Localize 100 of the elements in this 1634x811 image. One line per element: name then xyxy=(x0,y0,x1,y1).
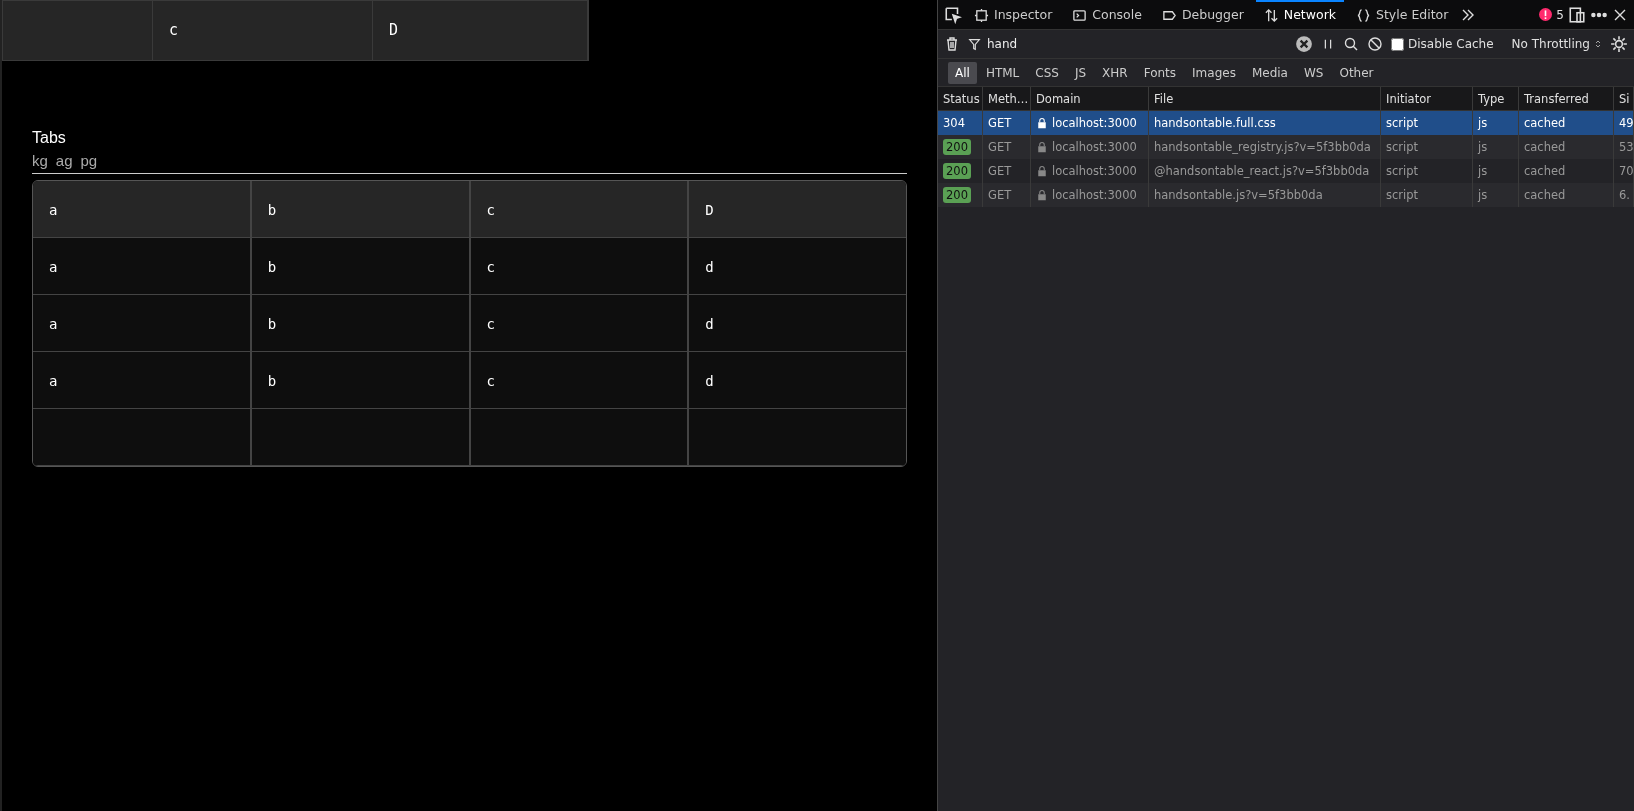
request-cell: @handsontable_react.js?v=5f3bb0da xyxy=(1154,164,1370,178)
table-cell: b xyxy=(251,294,471,352)
tab[interactable]: pg xyxy=(80,150,98,173)
status-code: 304 xyxy=(943,116,965,130)
tabs-label: Tabs xyxy=(32,128,67,148)
request-cell: GET xyxy=(988,116,1012,130)
disable-cache-checkbox[interactable] xyxy=(1390,37,1404,51)
request-cell: cached xyxy=(1524,164,1566,178)
status-code: 200 xyxy=(943,187,971,203)
filter-field[interactable]: hand xyxy=(985,34,1291,54)
column-header: a xyxy=(33,180,252,238)
column-header: Domain xyxy=(1031,87,1149,111)
request-cell: 6. xyxy=(1619,188,1630,202)
table-cell: b xyxy=(251,237,471,295)
type-filter-button[interactable]: Images xyxy=(1185,61,1243,84)
request-cell: handsontable.full.css xyxy=(1154,116,1276,130)
request-cell: 70 xyxy=(1619,164,1633,178)
request-cell: 53 xyxy=(1619,140,1633,154)
devtools-tab[interactable]: Style Editor xyxy=(1348,0,1457,30)
console-icon xyxy=(1072,8,1088,23)
updown-caret-icon xyxy=(1594,38,1602,50)
devtools-tab[interactable]: Network xyxy=(1255,0,1344,30)
table-cell: c xyxy=(470,237,690,295)
tab[interactable]: ag xyxy=(55,150,73,173)
devtools-tab[interactable]: Debugger xyxy=(1153,0,1252,30)
table-cell: c xyxy=(470,351,690,409)
element-picker-icon[interactable] xyxy=(944,5,962,24)
type-filter-button[interactable]: Other xyxy=(1332,61,1381,84)
request-cell: script xyxy=(1386,140,1419,154)
request-cell: handsontable.js?v=5f3bb0da xyxy=(1154,188,1323,202)
request-cell: js xyxy=(1478,116,1488,130)
status-code: 200 xyxy=(943,163,971,179)
column-header: Type xyxy=(1473,87,1519,111)
request-cell: script xyxy=(1386,164,1419,178)
block-icon[interactable] xyxy=(1366,36,1383,52)
filter-icon xyxy=(968,37,981,51)
type-filter-button[interactable]: XHR xyxy=(1095,61,1135,84)
column-header: Initiator xyxy=(1381,87,1473,111)
request-cell: js xyxy=(1478,164,1488,178)
column-header: Transferred xyxy=(1519,87,1614,111)
network-icon xyxy=(1263,8,1279,23)
lock-icon xyxy=(1036,117,1048,129)
table-cell: a xyxy=(33,237,252,295)
column-header: b xyxy=(251,180,471,238)
request-cell: 49 xyxy=(1619,116,1633,130)
column-header: c xyxy=(153,1,373,60)
column-header: File xyxy=(1149,87,1381,111)
column-header: D xyxy=(689,180,906,238)
table-cell: a xyxy=(33,351,252,409)
request-cell: js xyxy=(1478,188,1488,202)
request-cell: GET xyxy=(988,164,1012,178)
request-cell-text: localhost:3000 xyxy=(1052,115,1137,132)
type-filter-button[interactable]: HTML xyxy=(978,61,1027,84)
clear-icon[interactable] xyxy=(1294,35,1313,53)
type-filter-button[interactable]: Media xyxy=(1244,61,1295,84)
request-cell: cached xyxy=(1524,188,1566,202)
table-cell: c xyxy=(470,294,690,352)
settings-icon[interactable] xyxy=(1610,35,1628,53)
error-count[interactable]: 5 xyxy=(1539,5,1564,24)
table-cell: d xyxy=(689,351,906,409)
type-filter-button[interactable]: CSS xyxy=(1028,61,1066,84)
devtools-tab[interactable]: Console xyxy=(1064,0,1150,30)
type-filter-button[interactable]: JS xyxy=(1067,61,1094,84)
request-cell-text: localhost:3000 xyxy=(1052,163,1137,180)
request-cell: handsontable_registry.js?v=5f3bb0da xyxy=(1154,140,1371,154)
status-code: 200 xyxy=(943,139,971,155)
table-cell: d xyxy=(689,237,906,295)
column-header: D xyxy=(373,1,588,60)
request-cell: js xyxy=(1478,140,1488,154)
request-cell: cached xyxy=(1524,140,1566,154)
column-header: c xyxy=(470,180,690,238)
request-cell: script xyxy=(1386,188,1419,202)
request-cell-text: localhost:3000 xyxy=(1052,187,1137,204)
request-cell: GET xyxy=(988,140,1012,154)
table-cell: b xyxy=(251,351,471,409)
request-cell: cached xyxy=(1524,116,1566,130)
braces-icon xyxy=(1356,8,1371,23)
table-cell: d xyxy=(689,294,906,352)
request-cell: GET xyxy=(988,188,1012,202)
responsive-icon[interactable] xyxy=(1568,5,1586,24)
lock-icon xyxy=(1036,189,1048,201)
column-header: Status xyxy=(938,87,983,111)
request-cell: script xyxy=(1386,116,1419,130)
trash-icon[interactable] xyxy=(944,36,960,52)
checkbox-label[interactable]: Disable Cache xyxy=(1407,35,1494,53)
column-header: Si xyxy=(1614,87,1634,111)
inspector-icon xyxy=(974,8,989,23)
type-filter-button[interactable]: Fonts xyxy=(1136,61,1184,84)
throttling-dropdown[interactable]: No Throttling xyxy=(1511,35,1602,53)
lock-icon xyxy=(1036,141,1048,153)
table-cell: a xyxy=(33,294,252,352)
lock-icon xyxy=(1036,165,1048,177)
request-cell-text: localhost:3000 xyxy=(1052,139,1137,156)
column-header: Meth… xyxy=(983,87,1031,111)
type-filter-button[interactable]: WS xyxy=(1296,61,1331,84)
tab[interactable]: kg xyxy=(32,150,48,173)
devtools-tab[interactable]: Inspector xyxy=(966,0,1061,30)
type-filter-button[interactable]: All xyxy=(948,61,977,84)
debugger-icon xyxy=(1161,8,1177,23)
search-icon[interactable] xyxy=(1342,36,1359,52)
